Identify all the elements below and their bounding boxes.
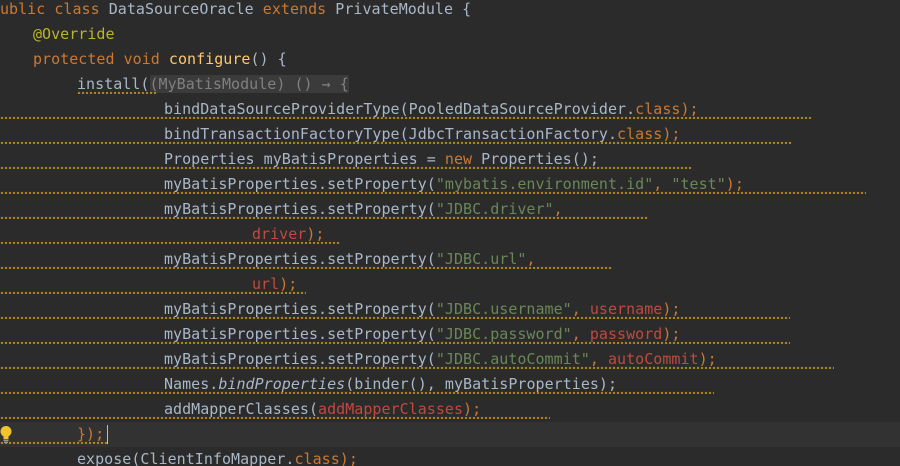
text-caret bbox=[107, 425, 108, 444]
warning-underline bbox=[0, 166, 692, 169]
code-text: expose(ClientInfoMapper. bbox=[77, 450, 295, 466]
code-line-2: @Override bbox=[33, 22, 115, 47]
lambda-inlay-hint: (MyBatisModule) () → { bbox=[149, 75, 349, 93]
warning-underline bbox=[0, 366, 834, 369]
warning-underline bbox=[0, 341, 790, 344]
keyword: class bbox=[294, 450, 340, 466]
code-text: ); bbox=[339, 450, 358, 466]
keyword: ublic class bbox=[0, 0, 100, 18]
warning-underline bbox=[77, 91, 157, 94]
warning-underline bbox=[0, 316, 790, 319]
intention-bulb-icon[interactable] bbox=[0, 422, 16, 447]
warning-underline bbox=[0, 216, 648, 219]
current-line-highlight bbox=[0, 422, 900, 447]
keyword: extends bbox=[262, 0, 327, 18]
warning-underline bbox=[0, 116, 812, 119]
warning-underline bbox=[0, 191, 866, 194]
code-line-19: expose(ClientInfoMapper.class); bbox=[77, 447, 358, 466]
warning-underline bbox=[0, 241, 340, 244]
annotation: @Override bbox=[33, 25, 115, 43]
warning-underline bbox=[0, 416, 550, 419]
warning-underline bbox=[0, 291, 306, 294]
class-name: PrivateModule { bbox=[326, 0, 472, 18]
warning-underline bbox=[0, 441, 108, 444]
code-line-3: protected void configure() { bbox=[33, 47, 287, 72]
warning-underline bbox=[0, 391, 714, 394]
code-editor[interactable]: ublic class DataSourceOracle extends Pri… bbox=[0, 0, 900, 466]
warning-underline bbox=[0, 266, 612, 269]
code-line-1: ublic class DataSourceOracle extends Pri… bbox=[0, 0, 471, 22]
method-name: configure bbox=[168, 50, 251, 68]
warning-underline bbox=[0, 141, 792, 144]
keyword: protected void bbox=[33, 50, 160, 68]
code-text: () { bbox=[250, 50, 287, 68]
class-name: DataSourceOracle bbox=[99, 0, 263, 18]
